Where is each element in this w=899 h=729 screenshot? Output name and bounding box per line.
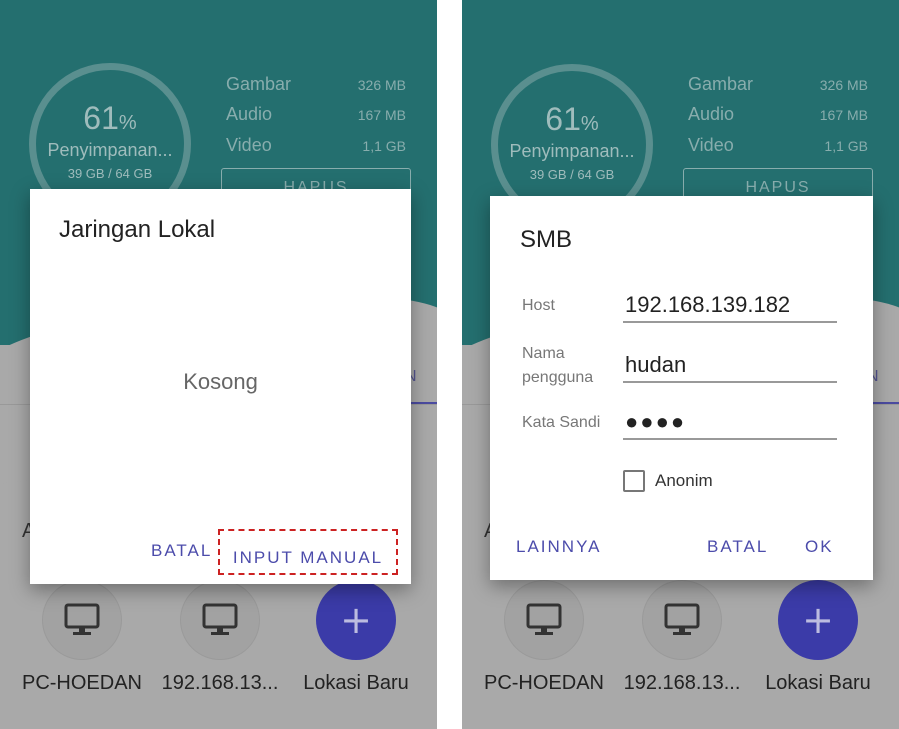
cancel-button[interactable]: BATAL bbox=[707, 537, 768, 557]
location-label: Lokasi Baru bbox=[765, 672, 871, 694]
smb-dialog: SMB Host Nama pengguna Kata Sandi Anonim… bbox=[490, 196, 873, 580]
location-label: PC-HOEDAN bbox=[483, 672, 604, 694]
location-ip[interactable]: 192.168.13... bbox=[612, 580, 752, 695]
cancel-button[interactable]: BATAL bbox=[151, 541, 212, 561]
monitor-icon bbox=[642, 580, 722, 660]
empty-state-text: Kosong bbox=[183, 369, 258, 394]
location-ip[interactable]: 192.168.13... bbox=[150, 580, 290, 695]
plus-icon: + bbox=[778, 580, 858, 660]
dialog-title: SMB bbox=[520, 226, 573, 253]
monitor-icon bbox=[42, 580, 122, 660]
location-new[interactable]: + Lokasi Baru bbox=[286, 580, 426, 695]
storage-usage: 39 GB / 64 GB bbox=[529, 167, 615, 182]
storage-percent: 61% bbox=[83, 100, 137, 136]
host-label: Host bbox=[522, 297, 555, 314]
location-label: Lokasi Baru bbox=[303, 672, 409, 694]
username-input[interactable] bbox=[623, 349, 837, 383]
storage-usage: 39 GB / 64 GB bbox=[67, 166, 153, 181]
password-input[interactable] bbox=[623, 406, 837, 440]
anonymous-option[interactable]: Anonim bbox=[623, 470, 713, 492]
anonymous-label: Anonim bbox=[655, 471, 713, 490]
location-pc-hoedan[interactable]: PC-HOEDAN bbox=[474, 580, 614, 695]
more-button[interactable]: LAINNYA bbox=[516, 537, 602, 557]
username-label: Nama pengguna bbox=[522, 345, 594, 386]
location-label: PC-HOEDAN bbox=[21, 672, 142, 694]
storage-label: Penyimpanan... bbox=[509, 141, 635, 161]
location-pc-hoedan[interactable]: PC-HOEDAN bbox=[12, 580, 152, 695]
ok-button[interactable]: OK bbox=[805, 537, 834, 557]
plus-icon: + bbox=[316, 580, 396, 660]
password-label: Kata Sandi bbox=[522, 414, 601, 431]
dialog-title: Jaringan Lokal bbox=[59, 216, 216, 243]
location-new[interactable]: + Lokasi Baru bbox=[748, 580, 888, 695]
manual-input-button[interactable]: INPUT MANUAL bbox=[218, 529, 398, 575]
location-label: 192.168.13... bbox=[161, 672, 279, 694]
storage-percent: 61% bbox=[545, 101, 599, 137]
monitor-icon bbox=[504, 580, 584, 660]
phone-screen-left: 61% Penyimpanan... 39 GB / 64 GB Gambar 3… bbox=[0, 0, 437, 729]
anonymous-checkbox[interactable] bbox=[623, 470, 645, 492]
phone-screen-right: 61% Penyimpanan... 39 GB / 64 GB Gambar 3… bbox=[462, 0, 899, 729]
host-input[interactable] bbox=[623, 289, 837, 323]
local-network-dialog: Jaringan Lokal Kosong BATAL INPUT MANUAL bbox=[30, 189, 411, 584]
storage-label: Penyimpanan... bbox=[47, 140, 173, 160]
monitor-icon bbox=[180, 580, 260, 660]
location-label: 192.168.13... bbox=[623, 672, 741, 694]
